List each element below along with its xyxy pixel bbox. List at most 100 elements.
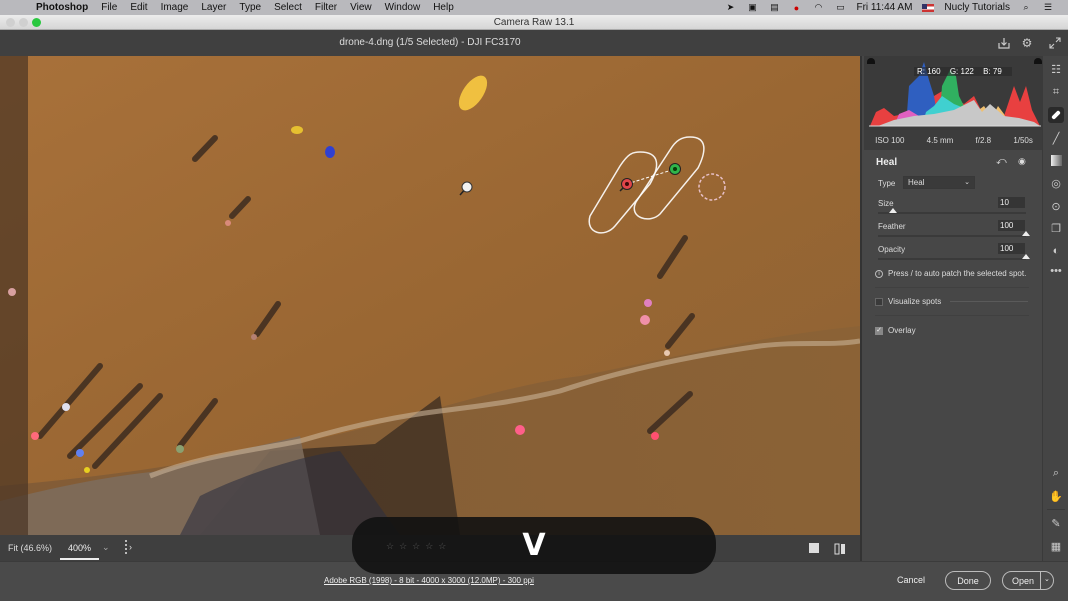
- save-image-icon[interactable]: [996, 35, 1012, 51]
- feather-value-input[interactable]: 100: [998, 220, 1025, 231]
- visualize-spots-slider[interactable]: [950, 301, 1028, 302]
- visualize-spots-checkbox[interactable]: [875, 297, 883, 306]
- filmstrip-toggle-icon[interactable]: ›: [125, 540, 137, 554]
- snapshots-icon[interactable]: ❐: [1048, 220, 1064, 236]
- menubar-clock[interactable]: Fri 11:44 AM: [856, 2, 912, 13]
- crop-icon[interactable]: ⌗: [1048, 84, 1064, 100]
- size-value-input[interactable]: 10: [998, 197, 1025, 208]
- menu-window[interactable]: Window: [385, 2, 421, 13]
- open-button-label: Open: [1012, 575, 1035, 586]
- info-icon: i: [875, 269, 883, 278]
- rgb-readout-g: G: 122: [950, 67, 974, 76]
- left-pier-edge: [0, 56, 28, 535]
- menu-layer[interactable]: Layer: [201, 2, 226, 13]
- menu-file[interactable]: File: [101, 2, 117, 13]
- auto-patch-hint: i Press / to auto patch the selected spo…: [875, 269, 1026, 278]
- zoom-tool-icon[interactable]: ⌕: [1048, 465, 1064, 481]
- histogram: R: 160 G: 122 B: 79: [864, 56, 1044, 130]
- visualize-spots-row: Visualize spots: [875, 297, 941, 306]
- settings-gear-icon[interactable]: ⚙: [1019, 35, 1035, 51]
- b-label: B:: [983, 67, 991, 76]
- menubar-user[interactable]: Nucly Tutorials: [944, 2, 1010, 13]
- visibility-eye-icon[interactable]: ◉: [1018, 156, 1026, 167]
- fullscreen-toggle-icon[interactable]: [1047, 35, 1063, 51]
- rgb-readout: R: 160 G: 122 B: 79: [914, 67, 1012, 76]
- overlay-label[interactable]: Overlay: [888, 326, 916, 335]
- cancel-button[interactable]: Cancel: [897, 575, 925, 585]
- zoom-dropdown-caret-icon[interactable]: ⌄: [102, 542, 110, 553]
- wifi-icon[interactable]: ◠: [812, 2, 824, 13]
- reset-icon[interactable]: ⤺: [996, 156, 1007, 167]
- menu-help[interactable]: Help: [433, 2, 454, 13]
- feather-slider-track[interactable]: [878, 235, 1026, 237]
- size-slider-row: Size 10: [878, 197, 1030, 221]
- zoom-fit-button[interactable]: Fit (46.6%): [8, 543, 52, 553]
- opacity-slider-thumb[interactable]: [1022, 254, 1030, 259]
- opacity-label: Opacity: [878, 245, 906, 254]
- window-fullscreen-button[interactable]: [32, 18, 41, 27]
- feather-label: Feather: [878, 222, 906, 231]
- radial-gradient-icon[interactable]: ◎: [1048, 175, 1064, 191]
- spot-pin-unselected[interactable]: [461, 181, 473, 193]
- rating-stars[interactable]: ☆☆☆☆☆: [386, 541, 451, 552]
- menu-app-name[interactable]: Photoshop: [36, 2, 88, 13]
- size-slider-thumb[interactable]: [888, 208, 897, 213]
- window-titlebar: Camera Raw 13.1: [0, 15, 1068, 30]
- airplay-icon[interactable]: ▭: [834, 2, 846, 13]
- menu-edit[interactable]: Edit: [130, 2, 147, 13]
- heal-panel-title: Heal: [876, 157, 898, 168]
- menu-select[interactable]: Select: [274, 2, 302, 13]
- more-options-icon[interactable]: •••: [1048, 263, 1064, 279]
- menu-filter[interactable]: Filter: [315, 2, 337, 13]
- feather-slider-thumb[interactable]: [1022, 231, 1030, 236]
- exif-iso: ISO 100: [875, 135, 905, 145]
- preview-mode-icon[interactable]: [809, 543, 819, 553]
- red-eye-icon[interactable]: ⊙: [1048, 198, 1064, 214]
- menu-image[interactable]: Image: [161, 2, 189, 13]
- keystroke-key: V: [522, 528, 546, 563]
- menu-view[interactable]: View: [350, 2, 372, 13]
- zoom-level-select[interactable]: 400%: [68, 543, 91, 553]
- workflow-options-link[interactable]: Adobe RGB (1998) - 8 bit - 4000 x 3000 (…: [324, 576, 534, 585]
- blue-object: [325, 146, 335, 158]
- overlay-checkbox[interactable]: ✓: [875, 326, 883, 335]
- opacity-value-input[interactable]: 100: [998, 243, 1025, 254]
- open-button[interactable]: Open ⌄: [1002, 571, 1054, 590]
- input-source-flag-icon[interactable]: [922, 3, 935, 12]
- section-divider: [875, 315, 1029, 316]
- visualize-spots-label[interactable]: Visualize spots: [888, 297, 941, 306]
- grid-overlay-icon[interactable]: ▦: [1048, 538, 1064, 554]
- notification-center-icon[interactable]: ☰: [1042, 2, 1054, 13]
- healing-bandage-icon[interactable]: [1048, 107, 1064, 123]
- before-after-compare-icon[interactable]: [834, 542, 846, 555]
- hand-tool-icon[interactable]: ✋: [1048, 488, 1064, 504]
- open-options-chevron-icon[interactable]: ⌄: [1044, 575, 1050, 583]
- presets-icon[interactable]: ◐: [1048, 243, 1064, 259]
- done-button[interactable]: Done: [945, 571, 991, 590]
- size-slider-track[interactable]: [878, 212, 1026, 214]
- tool-strip: ☷ ⌗ ╱ ◎ ⊙ ❐ ◐ ••• ⌕ ✋ ✎ ▦: [1042, 56, 1068, 561]
- g-value: 122: [960, 67, 974, 76]
- zoom-level-underline: [60, 558, 99, 560]
- window-close-button[interactable]: [6, 18, 15, 27]
- exif-shutter-speed: 1/50s: [1013, 135, 1033, 145]
- battery-plug-icon[interactable]: ▤: [768, 2, 780, 13]
- edit-sliders-icon[interactable]: ☷: [1048, 61, 1064, 77]
- linear-gradient-icon[interactable]: [1048, 152, 1064, 168]
- menu-type[interactable]: Type: [239, 2, 261, 13]
- chevron-down-icon: ⌄: [964, 179, 970, 186]
- location-arrow-icon[interactable]: ➤: [724, 2, 736, 13]
- auto-patch-hint-text: Press / to auto patch the selected spot.: [888, 269, 1027, 278]
- yellow-object: [291, 126, 303, 134]
- spotlight-search-icon[interactable]: ⌕: [1020, 2, 1032, 13]
- macos-menubar: Photoshop File Edit Image Layer Type Sel…: [0, 0, 1068, 15]
- camera-raw-header: drone-4.dng (1/5 Selected) - DJI FC3170 …: [0, 30, 1068, 56]
- color-sampler-icon[interactable]: ✎: [1048, 515, 1064, 531]
- opacity-slider-track[interactable]: [878, 258, 1026, 260]
- recording-indicator-icon[interactable]: ●: [790, 3, 802, 13]
- screen-record-icon[interactable]: ▣: [746, 2, 758, 13]
- window-minimize-button[interactable]: [19, 18, 28, 27]
- image-preview-canvas[interactable]: [0, 56, 860, 535]
- type-select[interactable]: Heal ⌄: [903, 176, 975, 189]
- brush-icon[interactable]: ╱: [1048, 130, 1064, 146]
